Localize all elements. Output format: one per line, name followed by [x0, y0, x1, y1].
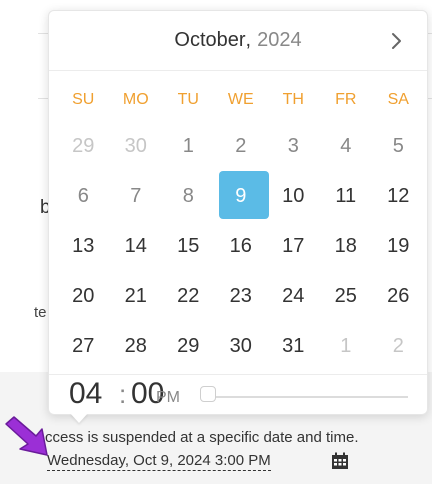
day-cell[interactable]: 17 [267, 221, 320, 271]
day-number: 25 [334, 284, 357, 307]
day-cell[interactable]: 3 [267, 121, 320, 171]
day-cell[interactable]: 8 [162, 171, 215, 221]
hour-value[interactable]: 04 [69, 377, 102, 411]
day-cell[interactable]: 24 [267, 271, 320, 321]
day-number: 16 [229, 234, 252, 257]
background-text-fragment: te [34, 304, 47, 321]
arrow-annotation-icon [5, 416, 48, 456]
weekday-label: SU [72, 91, 95, 108]
day-number: 4 [340, 134, 352, 157]
day-number: 12 [387, 184, 410, 207]
day-cell[interactable]: 18 [320, 221, 373, 271]
day-number: 10 [282, 184, 305, 207]
weekday-label: FR [335, 91, 357, 108]
day-cell[interactable]: 16 [215, 221, 268, 271]
day-cell[interactable]: 19 [372, 221, 425, 271]
day-cell[interactable]: 11 [320, 171, 373, 221]
weekday-label: SA [387, 91, 409, 108]
day-number: 18 [334, 234, 357, 257]
day-cell[interactable]: 14 [110, 221, 163, 271]
calendar-icon[interactable] [331, 452, 349, 470]
day-number: 29 [177, 334, 200, 357]
time-colon: : [119, 379, 127, 409]
calendar-header: October, 2024 [49, 11, 427, 71]
time-selector: 04 : 00 PM [49, 374, 427, 416]
day-grid: 29 30 1 2 3 4 5 6 7 8 9 10 11 12 13 14 15 16 17 18 19 20 21 22 2… [57, 121, 422, 371]
day-number: 8 [182, 184, 194, 207]
chevron-right-icon [392, 33, 401, 49]
day-number: 1 [340, 334, 352, 357]
day-cell[interactable]: 5 [372, 121, 425, 171]
day-number: 2 [235, 134, 247, 157]
day-number: 14 [124, 234, 147, 257]
day-cell[interactable]: 25 [320, 271, 373, 321]
weekday-label: TU [177, 91, 199, 108]
day-cell[interactable]: 1 [320, 321, 373, 371]
day-cell-selected[interactable]: 9 [215, 171, 269, 221]
day-cell[interactable]: 22 [162, 271, 215, 321]
day-cell[interactable]: 20 [57, 271, 110, 321]
day-number: 26 [387, 284, 410, 307]
day-cell[interactable]: 1 [162, 121, 215, 171]
access-description: ccess is suspended at a specific date an… [45, 429, 359, 446]
day-cell[interactable]: 27 [57, 321, 110, 371]
day-cell[interactable]: 7 [110, 171, 163, 221]
day-cell[interactable]: 26 [372, 271, 425, 321]
ampm-toggle[interactable]: PM [156, 389, 180, 407]
day-cell[interactable]: 29 [57, 121, 110, 171]
day-cell[interactable]: 29 [162, 321, 215, 371]
day-cell[interactable]: 21 [110, 271, 163, 321]
day-cell[interactable]: 28 [110, 321, 163, 371]
day-number: 1 [182, 134, 194, 157]
day-number: 17 [282, 234, 305, 257]
day-number: 6 [77, 184, 89, 207]
date-picker-popup: October, 2024 SU MO TU WE TH FR SA 29 30 1 2 3 4 5 6 7… [48, 10, 428, 415]
day-cell[interactable]: 15 [162, 221, 215, 271]
day-number: 13 [72, 234, 95, 257]
day-number: 15 [177, 234, 200, 257]
day-cell[interactable]: 23 [215, 271, 268, 321]
day-cell[interactable]: 13 [57, 221, 110, 271]
datetime-value-link[interactable]: Wednesday, Oct 9, 2024 3:00 PM [47, 452, 271, 471]
day-cell[interactable]: 6 [57, 171, 110, 221]
weekday-header: SU MO TU WE TH FR SA [57, 91, 422, 109]
time-slider-thumb[interactable] [200, 386, 216, 402]
day-cell[interactable]: 30 [215, 321, 268, 371]
year-label[interactable]: 2024 [257, 29, 302, 52]
day-number: 7 [130, 184, 142, 207]
next-month-button[interactable] [385, 29, 409, 53]
day-number: 24 [282, 284, 305, 307]
day-cell[interactable]: 2 [215, 121, 268, 171]
day-number: 11 [335, 184, 357, 207]
day-number: 23 [229, 284, 252, 307]
day-number: 30 [124, 134, 147, 157]
weekday-label: MO [122, 91, 149, 108]
day-number: 5 [392, 134, 404, 157]
day-number: 22 [177, 284, 200, 307]
day-number: 28 [124, 334, 147, 357]
day-cell[interactable]: 30 [110, 121, 163, 171]
weekday-label: WE [227, 91, 254, 108]
day-number: 29 [72, 134, 95, 157]
day-cell[interactable]: 4 [320, 121, 373, 171]
time-slider-track[interactable] [202, 396, 408, 398]
weekday-label: TH [282, 91, 304, 108]
day-cell[interactable]: 2 [372, 321, 425, 371]
day-cell[interactable]: 10 [267, 171, 320, 221]
month-year-separator: , [245, 29, 252, 51]
day-number: 21 [124, 284, 147, 307]
day-number: 20 [72, 284, 95, 307]
day-number: 31 [282, 334, 305, 357]
day-cell[interactable]: 12 [372, 171, 425, 221]
popup-pointer [70, 413, 88, 423]
day-number: 27 [72, 334, 95, 357]
day-number: 30 [229, 334, 252, 357]
screen: b te October, 2024 SU MO TU WE TH FR SA 29 30 1 2… [0, 0, 432, 484]
day-number: 2 [392, 334, 404, 357]
month-label[interactable]: October [174, 29, 245, 52]
day-number: 9 [235, 184, 247, 207]
day-number: 19 [387, 234, 410, 257]
day-cell[interactable]: 31 [267, 321, 320, 371]
day-number: 3 [287, 134, 299, 157]
